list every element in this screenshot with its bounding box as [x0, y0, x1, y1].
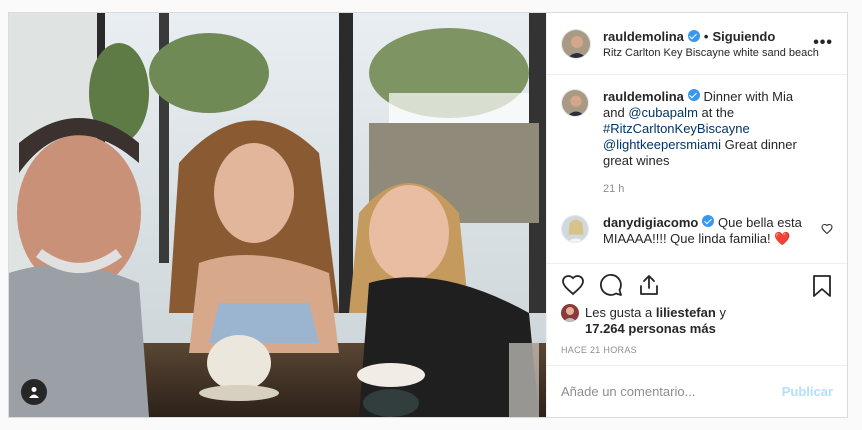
caption-avatar[interactable]	[561, 89, 589, 117]
photo-image	[9, 13, 546, 417]
comment-body: danydigiacomo Que bella esta MIAAAA!!!! …	[603, 215, 813, 247]
heart-icon	[562, 274, 584, 295]
share-icon	[640, 274, 658, 295]
more-options-button[interactable]: •••	[813, 35, 833, 51]
add-comment-bar: Publicar	[547, 365, 847, 417]
location-link[interactable]: Ritz Carlton Key Biscayne white sand bea…	[603, 47, 819, 59]
save-button[interactable]	[811, 274, 833, 301]
comment-input[interactable]	[561, 384, 771, 399]
post-timestamp[interactable]: HACE 21 HORAS	[547, 337, 847, 365]
likes-summary: Les gusta a liliestefan y 17.264 persona…	[547, 304, 847, 337]
likes-joiner: y	[719, 305, 726, 320]
comment-button[interactable]	[599, 273, 623, 297]
avatar-image	[562, 29, 590, 58]
likes-text: Les gusta a liliestefan y 17.264 persona…	[585, 305, 726, 337]
comment-item: danydigiacomo Que bella esta MIAAAA!!!! …	[561, 215, 833, 247]
post-photo[interactable]	[9, 13, 546, 417]
commenter-avatar[interactable]	[561, 215, 589, 243]
post-side-panel: rauldemolina • Siguiendo Ritz Carlton Ke…	[546, 13, 847, 417]
separator-dot: •	[703, 28, 709, 44]
first-liker-link[interactable]: liliestefan	[656, 305, 716, 320]
caption-text-2: at the	[697, 105, 735, 120]
author-username[interactable]: rauldemolina	[603, 29, 684, 44]
verified-icon	[702, 215, 715, 227]
like-button[interactable]	[561, 273, 585, 297]
user-tag-button[interactable]	[21, 379, 47, 405]
caption-username[interactable]: rauldemolina	[603, 89, 684, 104]
user-tag-icon	[29, 387, 39, 398]
verified-icon	[687, 30, 700, 42]
post-header: rauldemolina • Siguiendo Ritz Carlton Ke…	[547, 13, 847, 75]
author-avatar[interactable]	[561, 28, 591, 59]
mention-link[interactable]: @lightkeepersmiami	[603, 137, 721, 152]
post-card: rauldemolina • Siguiendo Ritz Carlton Ke…	[8, 12, 848, 418]
caption-age[interactable]: 21 h	[603, 181, 813, 197]
comment-icon	[600, 273, 622, 296]
following-button[interactable]: Siguiendo	[712, 29, 775, 44]
mention-link[interactable]: @cubapalm	[628, 105, 698, 120]
caption-body: rauldemolina Dinner with Mia and @cubapa…	[603, 89, 813, 197]
header-text: rauldemolina • Siguiendo Ritz Carlton Ke…	[603, 29, 819, 59]
verified-icon	[687, 89, 700, 101]
caption: rauldemolina Dinner with Mia and @cubapa…	[561, 89, 833, 197]
comment-username[interactable]: danydigiacomo	[603, 215, 698, 230]
avatar-image	[561, 304, 579, 322]
header-line: rauldemolina • Siguiendo	[603, 29, 819, 44]
avatar-image	[562, 216, 588, 242]
likes-prefix: Les gusta a	[585, 305, 653, 320]
action-bar	[547, 263, 847, 305]
comment-like-icon[interactable]	[821, 223, 833, 235]
bookmark-icon	[813, 275, 831, 297]
comments-section: rauldemolina Dinner with Mia and @cubapa…	[547, 75, 847, 263]
share-button[interactable]	[637, 273, 661, 297]
likes-count-link[interactable]: 17.264 personas más	[585, 321, 716, 336]
publish-button[interactable]: Publicar	[782, 384, 833, 399]
hashtag-link[interactable]: #RitzCarltonKeyBiscayne	[603, 121, 750, 136]
avatar-image	[562, 90, 588, 116]
liker-avatar[interactable]	[561, 304, 579, 322]
